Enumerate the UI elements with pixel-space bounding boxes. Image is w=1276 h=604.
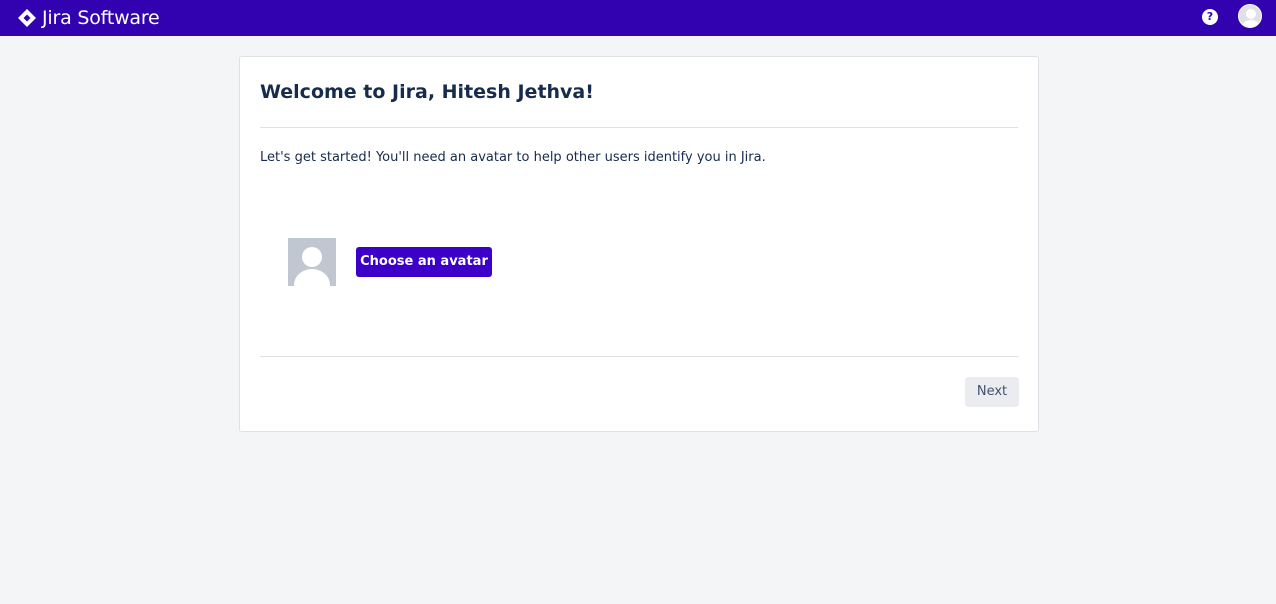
jira-diamond-icon <box>18 9 36 27</box>
avatar-preview <box>288 238 336 286</box>
page-title: Welcome to Jira, Hitesh Jethva! <box>260 81 594 103</box>
top-navigation-bar: Jira Software ? <box>0 0 1276 36</box>
default-avatar-icon <box>288 238 336 286</box>
header-divider <box>260 127 1018 128</box>
next-button[interactable]: Next <box>965 377 1019 407</box>
question-circle-icon: ? <box>1206 10 1214 23</box>
product-name: Jira Software <box>42 7 160 29</box>
user-avatar-icon <box>1239 5 1261 27</box>
jira-software-logo[interactable]: Jira Software <box>16 6 160 30</box>
footer-divider <box>260 356 1018 357</box>
choose-avatar-button[interactable]: Choose an avatar <box>356 247 492 277</box>
welcome-card: Welcome to Jira, Hitesh Jethva! Let's ge… <box>239 56 1039 432</box>
profile-avatar-button[interactable] <box>1238 4 1262 28</box>
intro-text: Let's get started! You'll need an avatar… <box>260 150 766 165</box>
help-button[interactable]: ? <box>1202 9 1218 25</box>
